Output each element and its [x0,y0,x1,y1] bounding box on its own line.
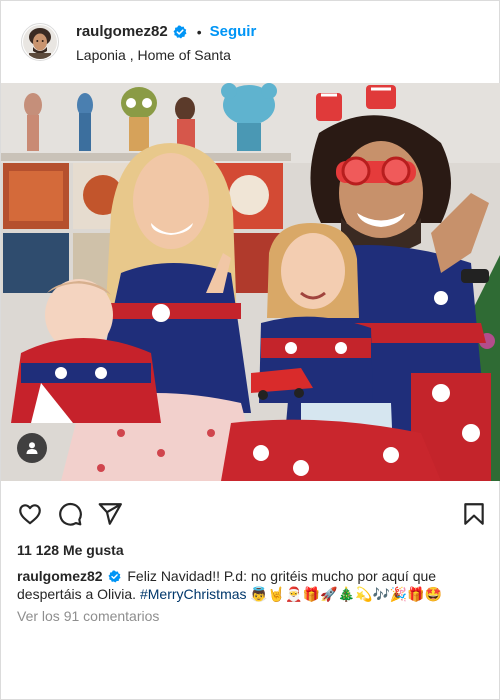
like-count[interactable]: 11 128 Me gusta [17,542,124,558]
avatar-image [23,25,57,59]
caption: raulgomez82 Feliz Navidad!! P.d: no grit… [17,567,487,603]
heart-icon[interactable] [17,501,43,527]
action-bar [1,497,500,531]
comment-icon[interactable] [57,501,83,527]
family-christmas-photo [1,83,500,481]
username[interactable]: raulgomez82 [76,23,168,40]
caption-username[interactable]: raulgomez82 [17,568,103,584]
caption-emojis: 👼🤘🎅🎁🚀🎄💫🎶🎉🎁🤩 [250,586,443,602]
follow-button[interactable]: Seguir [210,23,257,40]
person-icon [26,442,38,454]
verified-badge-icon [173,25,187,38]
avatar[interactable] [21,23,59,61]
separator-dot: • [196,23,202,40]
post-card: raulgomez82 • Seguir Laponia , Home of S… [0,0,500,700]
paper-plane-icon[interactable] [97,501,123,527]
view-comments-link[interactable]: Ver los 91 comentarios [17,608,159,624]
post-header: raulgomez82 • Seguir Laponia , Home of S… [1,1,500,83]
bookmark-icon[interactable] [461,501,487,527]
tag-people-button[interactable] [17,433,47,463]
location-link[interactable]: Laponia , Home of Santa [76,47,256,63]
verified-badge-icon [108,570,122,583]
post-photo[interactable] [1,83,500,481]
caption-hashtag[interactable]: #MerryChristmas [140,586,247,602]
